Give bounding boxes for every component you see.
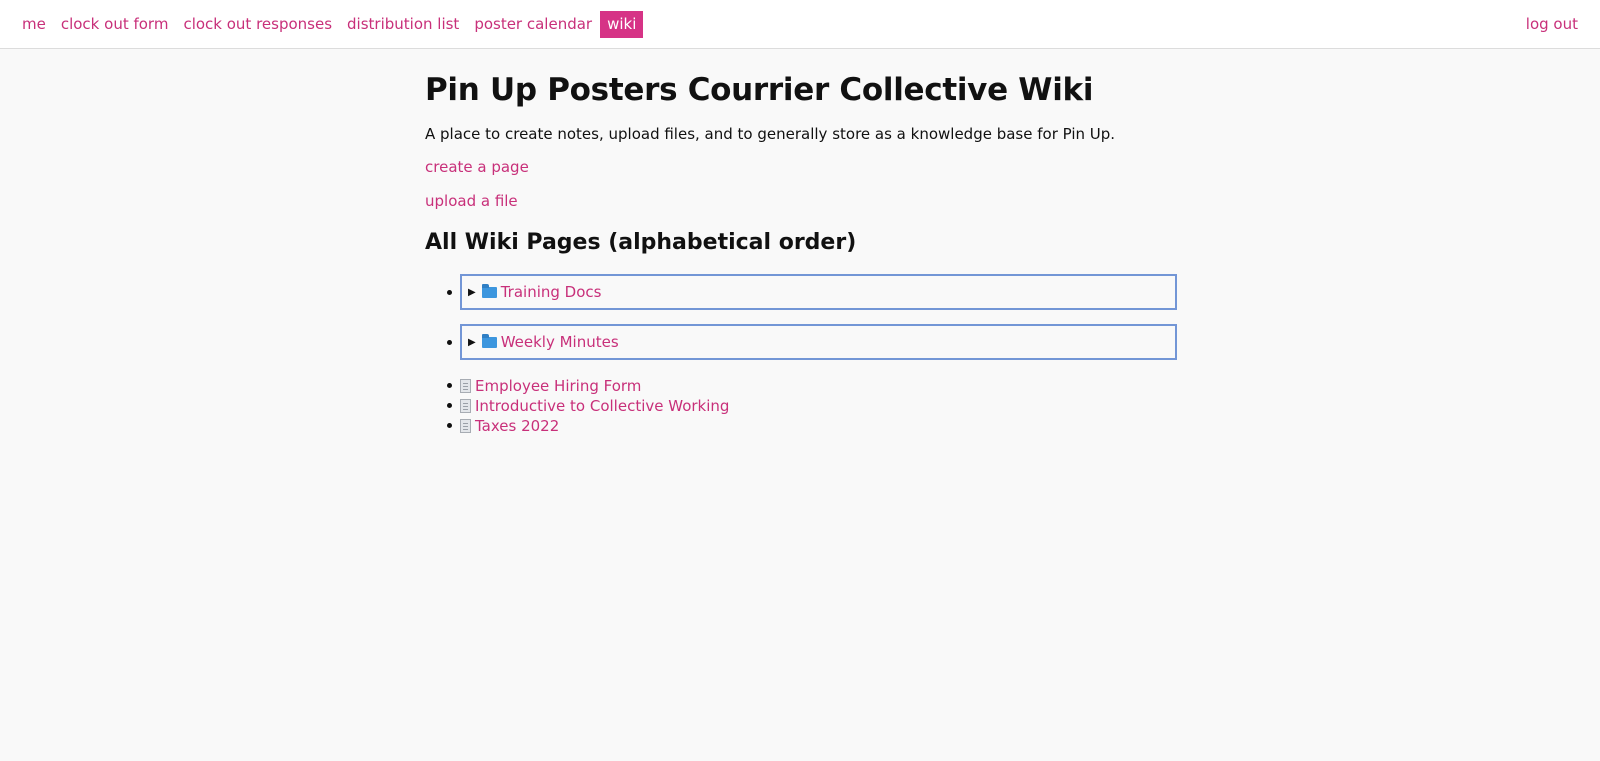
nav-link-clock-out-responses[interactable]: clock out responses xyxy=(176,11,339,38)
list-item: ▶ Training Docs xyxy=(447,274,1177,310)
logout-link[interactable]: log out xyxy=(1526,15,1578,33)
list-item: ▶ Weekly Minutes xyxy=(447,324,1177,360)
intro-text: A place to create notes, upload files, a… xyxy=(425,125,1116,143)
file-icon xyxy=(460,419,471,433)
file-link-employee-hiring-form[interactable]: Employee Hiring Form xyxy=(475,377,641,395)
nav-link-distribution-list[interactable]: distribution list xyxy=(340,11,466,38)
section-title: All Wiki Pages (alphabetical order) xyxy=(425,230,857,255)
file-link-introductive-to-collective-working[interactable]: Introductive to Collective Working xyxy=(475,397,729,415)
list-item: Introductive to Collective Working xyxy=(447,396,1177,416)
file-icon xyxy=(460,399,471,413)
create-page-link[interactable]: create a page xyxy=(425,157,1177,177)
wiki-page-list: ▶ Training Docs ▶ Weekly Minutes Employe… xyxy=(425,274,1177,436)
file-icon xyxy=(460,379,471,393)
folder-icon xyxy=(481,283,497,298)
expand-arrow-icon[interactable]: ▶ xyxy=(468,337,476,348)
upload-file-link[interactable]: upload a file xyxy=(425,191,1177,211)
top-navigation: me clock out form clock out responses di… xyxy=(0,0,1600,49)
nav-link-wiki[interactable]: wiki xyxy=(600,10,644,38)
nav-link-me[interactable]: me xyxy=(15,11,53,38)
page-title: Pin Up Posters Courrier Collective Wiki xyxy=(425,72,1094,108)
list-item: Taxes 2022 xyxy=(447,416,1177,436)
folder-label[interactable]: Training Docs xyxy=(501,283,602,301)
folder-weekly-minutes[interactable]: ▶ Weekly Minutes xyxy=(460,324,1177,360)
nav-link-clock-out-form[interactable]: clock out form xyxy=(54,11,176,38)
folder-training-docs[interactable]: ▶ Training Docs xyxy=(460,274,1177,310)
file-link-taxes-2022[interactable]: Taxes 2022 xyxy=(475,417,559,435)
expand-arrow-icon[interactable]: ▶ xyxy=(468,287,476,298)
nav-links: me clock out form clock out responses di… xyxy=(15,10,644,38)
list-item: Employee Hiring Form xyxy=(447,376,1177,396)
nav-link-poster-calendar[interactable]: poster calendar xyxy=(467,11,599,38)
folder-label[interactable]: Weekly Minutes xyxy=(501,333,619,351)
main-content: Pin Up Posters Courrier Collective Wiki … xyxy=(425,49,1177,436)
folder-icon xyxy=(481,333,497,348)
